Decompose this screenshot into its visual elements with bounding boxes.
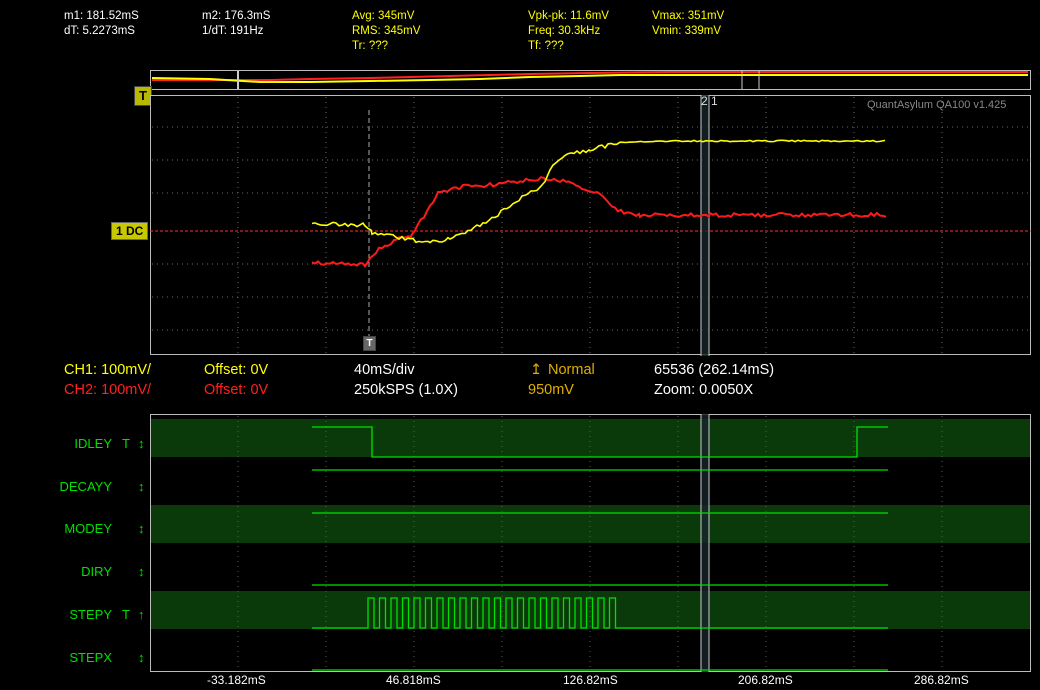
m1-readout: m1: 181.52mS	[64, 9, 139, 24]
logic-edge-icon-idley[interactable]: ↕	[138, 436, 145, 451]
time-axis-label-4: 286.82mS	[914, 673, 969, 687]
logic-plot[interactable]	[150, 414, 1031, 672]
logic-edge-icon-stepy[interactable]: ↑	[138, 607, 145, 622]
ch2-scale[interactable]: CH2: 100mV/	[64, 380, 151, 400]
time-axis-label-1: 46.818mS	[386, 673, 441, 687]
m2-readout: m2: 176.3mS	[202, 9, 270, 24]
logic-trigger-stepy[interactable]: T	[122, 607, 130, 622]
timebase[interactable]: 40mS/div	[354, 360, 414, 380]
vmin-readout: Vmin: 339mV	[652, 24, 721, 39]
time-axis-label-3: 206.82mS	[738, 673, 793, 687]
overview-strip[interactable]	[150, 70, 1031, 90]
version-watermark: QuantAsylum QA100 v1.425	[867, 99, 1006, 111]
ch1-dc-badge[interactable]: 1 DC	[111, 222, 148, 240]
logic-edge-icon-stepx[interactable]: ↕	[138, 650, 145, 665]
logic-edge-icon-decayy[interactable]: ↕	[138, 479, 145, 494]
logic-cursor-band[interactable]	[701, 414, 709, 672]
trigger-time-marker[interactable]: T	[363, 336, 376, 351]
logic-label-diry[interactable]: DIRY	[20, 564, 112, 579]
logic-edge-icon-modey[interactable]: ↕	[138, 521, 145, 536]
avg-readout: Avg: 345mV	[352, 9, 414, 24]
vmax-readout: Vmax: 351mV	[652, 9, 724, 24]
trigger-level[interactable]: 950mV	[528, 380, 574, 400]
trigger-rising-icon: ↥	[530, 360, 542, 380]
vpkpk-readout: Vpk-pk: 11.6mV	[528, 9, 609, 24]
scope-plot[interactable]	[150, 95, 1031, 356]
cursor-labels: 2 1	[701, 94, 718, 108]
logic-label-modey[interactable]: MODEY	[20, 521, 112, 536]
dt-readout: dT: 5.2273mS	[64, 24, 135, 39]
rms-readout: RMS: 345mV	[352, 24, 420, 39]
logic-edge-icon-diry[interactable]: ↕	[138, 564, 145, 579]
sample-rate[interactable]: 250kSPS (1.0X)	[354, 380, 458, 400]
logic-label-stepx[interactable]: STEPX	[20, 650, 112, 665]
sample-count: 65536 (262.14mS)	[654, 360, 774, 380]
time-axis-label-0: -33.182mS	[207, 673, 266, 687]
tf-readout: Tf: ???	[528, 39, 564, 54]
logic-label-stepy[interactable]: STEPY	[20, 607, 112, 622]
logic-trigger-idley[interactable]: T	[122, 436, 130, 451]
cursor-band[interactable]	[701, 95, 709, 356]
time-axis-label-2: 126.82mS	[563, 673, 618, 687]
logic-label-decayy[interactable]: DECAYY	[20, 479, 112, 494]
tr-readout: Tr: ???	[352, 39, 388, 54]
logic-band-modey	[150, 505, 1031, 543]
ch1-scale[interactable]: CH1: 100mV/	[64, 360, 151, 380]
ch1-offset[interactable]: Offset: 0V	[204, 360, 268, 380]
ch2-offset[interactable]: Offset: 0V	[204, 380, 268, 400]
zoom-level[interactable]: Zoom: 0.0050X	[654, 380, 753, 400]
trigger-mode[interactable]: Normal	[548, 360, 595, 380]
logic-label-idley[interactable]: IDLEY	[20, 436, 112, 451]
freq-readout: Freq: 30.3kHz	[528, 24, 600, 39]
inv-dt-readout: 1/dT: 191Hz	[202, 24, 263, 39]
